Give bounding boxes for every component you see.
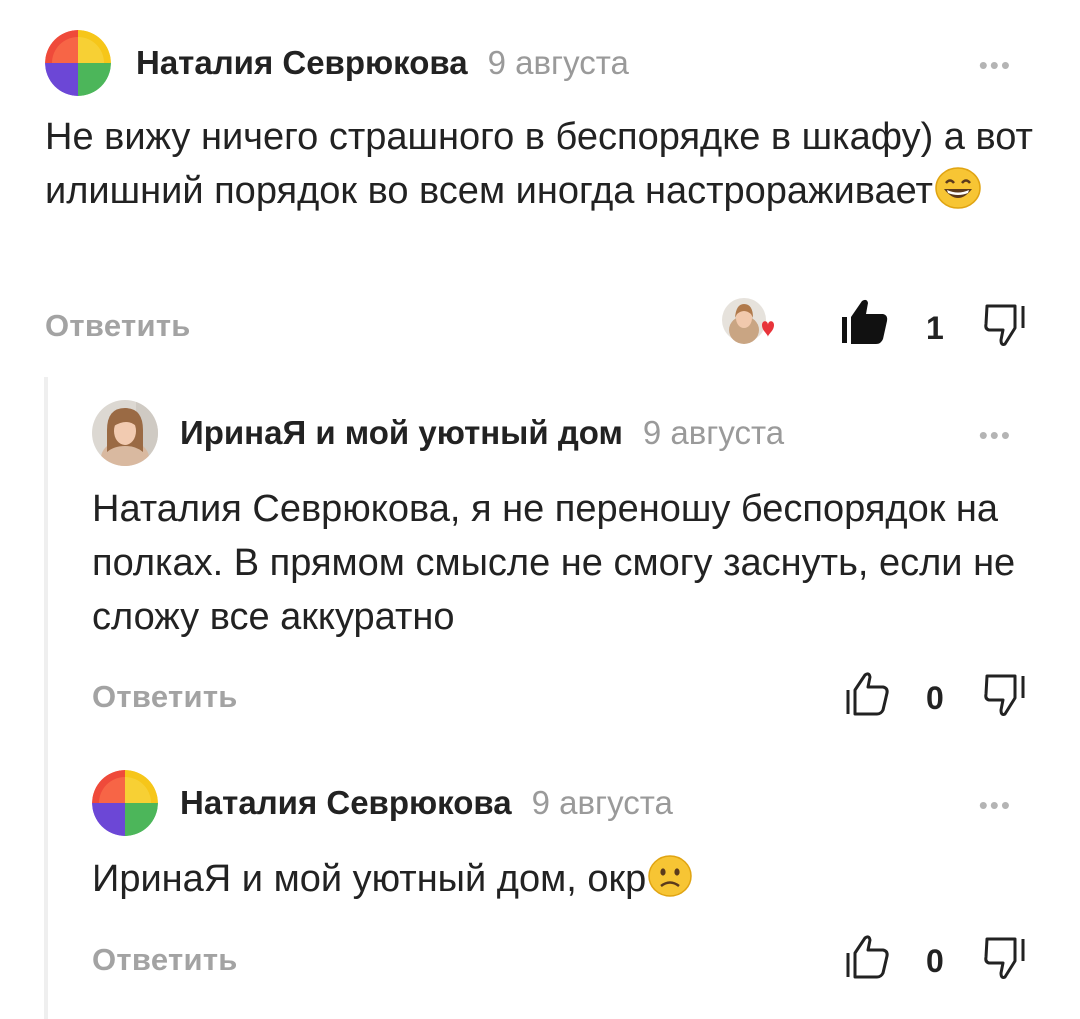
thread-line bbox=[44, 377, 48, 1019]
author-name[interactable]: Наталия Севрюкова bbox=[180, 784, 512, 822]
comment-text: Наталия Севрюкова, я не переношу беспоря… bbox=[92, 488, 1016, 638]
author-avatar[interactable] bbox=[92, 770, 158, 836]
more-options-icon[interactable]: ••• bbox=[979, 422, 1012, 448]
comment-date: 9 августа bbox=[487, 44, 629, 81]
like-icon[interactable] bbox=[843, 670, 891, 723]
comment-text-content: ИринаЯ и мой уютный дом, окр bbox=[92, 858, 647, 900]
comment-text-content: Не вижу ничего страшного в беспорядке в … bbox=[45, 116, 1033, 212]
more-options-icon[interactable]: ••• bbox=[979, 792, 1012, 818]
comment-text: Не вижу ничего страшного в беспорядке в … bbox=[45, 110, 1045, 224]
comment-text: ИринаЯ и мой уютный дом, окр bbox=[92, 852, 1037, 912]
liker-avatar[interactable] bbox=[722, 296, 776, 346]
comment-date: 9 августа bbox=[642, 414, 785, 451]
reply-button[interactable]: Ответить bbox=[92, 942, 238, 978]
dislike-icon[interactable] bbox=[983, 670, 1031, 723]
dislike-icon[interactable] bbox=[983, 300, 1031, 353]
more-options-icon[interactable]: ••• bbox=[979, 52, 1012, 78]
author-avatar[interactable] bbox=[92, 400, 158, 466]
like-icon[interactable] bbox=[840, 297, 890, 352]
dislike-icon[interactable] bbox=[983, 933, 1031, 986]
slightly-frowning-face-emoji-icon bbox=[648, 855, 692, 912]
like-count: 0 bbox=[926, 680, 944, 716]
like-icon[interactable] bbox=[843, 933, 891, 986]
author-name[interactable]: ИринаЯ и мой уютный дом bbox=[180, 414, 623, 452]
author-name[interactable]: Наталия Севрюкова bbox=[136, 44, 468, 82]
comment-date: 9 августа bbox=[531, 784, 673, 821]
grinning-face-emoji-icon bbox=[935, 167, 981, 224]
reply-button[interactable]: Ответить bbox=[92, 679, 238, 715]
author-avatar[interactable] bbox=[45, 30, 111, 96]
like-count: 0 bbox=[926, 943, 944, 979]
like-count: 1 bbox=[926, 310, 944, 346]
reply-button[interactable]: Ответить bbox=[45, 308, 191, 344]
